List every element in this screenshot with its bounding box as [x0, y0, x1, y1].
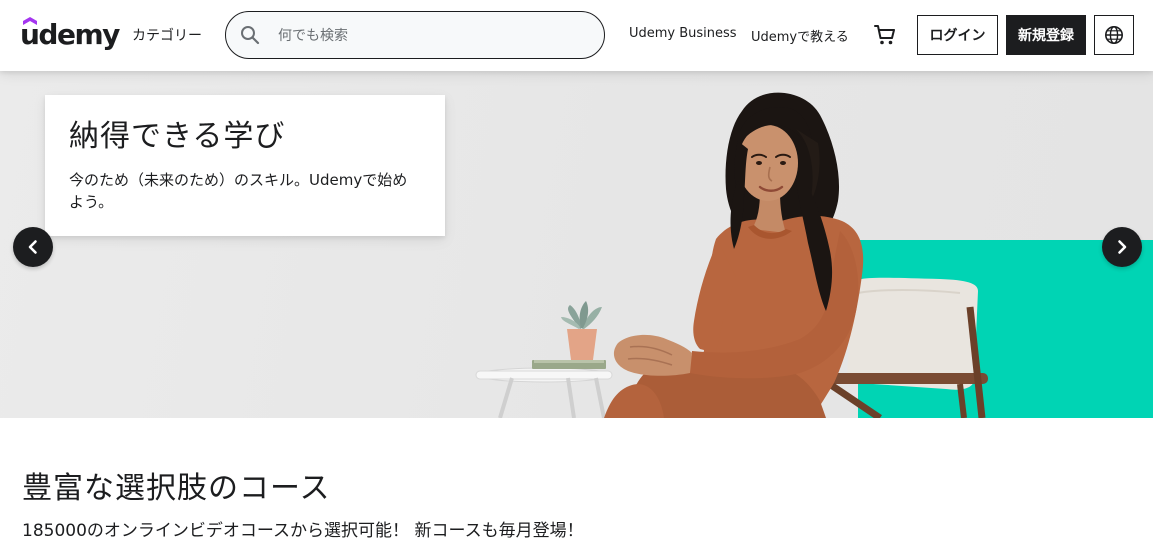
udemy-business-link[interactable]: Udemy Business [629, 26, 737, 41]
hero-banner: 納得できる学び 今のため（未来のため）のスキル。Udemyで始めよう。 [0, 71, 1153, 418]
chevron-right-icon [1118, 240, 1127, 254]
potted-plant [561, 301, 602, 360]
section-title: 豊富な選択肢のコース [22, 471, 331, 506]
search-bar[interactable] [225, 11, 605, 59]
top-header: udemy カテゴリー Udemy Business Udemyで教える ログイ… [0, 0, 1153, 71]
section-subtitle: 185000のオンラインビデオコースから選択可能！ 新コースも毎月登場！ [22, 521, 584, 541]
side-table [475, 360, 613, 418]
hero-card: 納得できる学び 今のため（未来のため）のスキル。Udemyで始めよう。 [45, 95, 445, 236]
logo-wordmark: udemy [20, 18, 120, 51]
hero-subtitle: 今のため（未来のため）のスキル。Udemyで始めよう。 [69, 171, 408, 211]
search-input[interactable] [278, 24, 588, 48]
categories-menu[interactable]: カテゴリー [132, 25, 202, 45]
carousel-prev-button[interactable] [13, 227, 53, 267]
globe-icon [1105, 26, 1123, 44]
login-button[interactable]: ログイン [917, 15, 998, 55]
language-button[interactable] [1094, 15, 1134, 55]
chevron-left-icon [28, 240, 37, 254]
hero-title: 納得できる学び [69, 119, 286, 154]
cart-icon[interactable] [873, 23, 897, 47]
signup-button[interactable]: 新規登録 [1006, 15, 1086, 55]
woman-figure [604, 92, 864, 418]
teach-on-udemy-link[interactable]: Udemyで教える [751, 26, 849, 45]
search-icon[interactable] [240, 25, 260, 45]
udemy-logo[interactable]: udemy [20, 17, 120, 53]
carousel-next-button[interactable] [1102, 227, 1142, 267]
